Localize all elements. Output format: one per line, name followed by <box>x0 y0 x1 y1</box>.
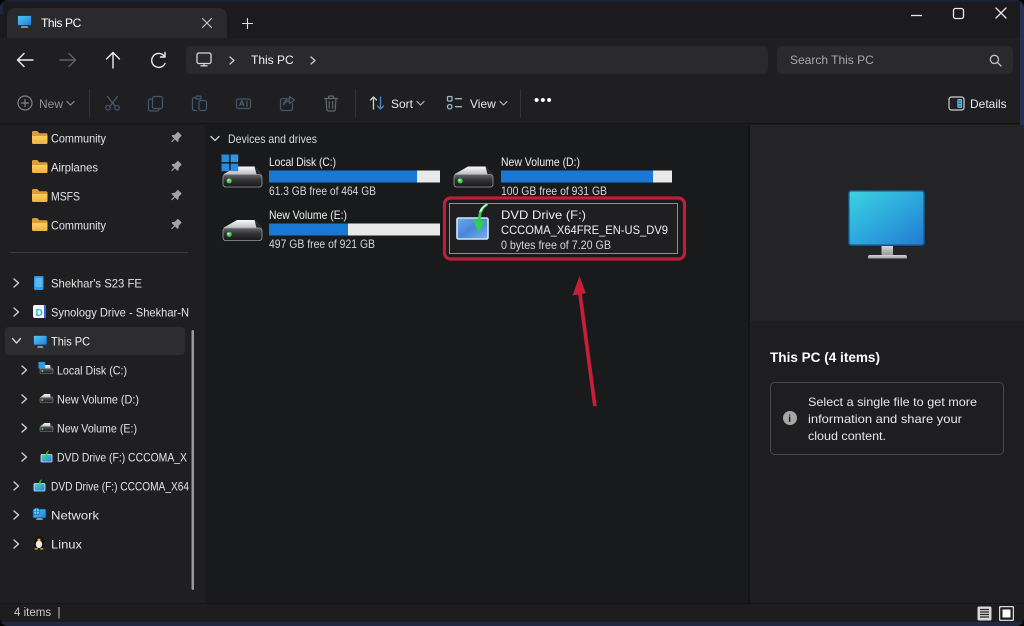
svg-text:Local Disk (C:): Local Disk (C:) <box>57 364 127 378</box>
svg-text:information and share your: information and share your <box>808 412 962 426</box>
svg-text:0 bytes free of 7.20 GB: 0 bytes free of 7.20 GB <box>501 238 611 252</box>
svg-text:Linux: Linux <box>51 538 82 552</box>
svg-text:cloud content.: cloud content. <box>808 429 886 443</box>
svg-text:Network: Network <box>51 509 100 523</box>
svg-text:Devices and drives: Devices and drives <box>228 132 317 146</box>
svg-text:This PC: This PC <box>51 335 90 349</box>
svg-text:Shekhar's S23 FE: Shekhar's S23 FE <box>51 277 142 291</box>
svg-text:61.3 GB free of 464 GB: 61.3 GB free of 464 GB <box>269 184 376 198</box>
svg-text:497 GB free of 921 GB: 497 GB free of 921 GB <box>269 237 375 251</box>
svg-text:DVD Drive (F:) CCCOMA_X64: DVD Drive (F:) CCCOMA_X64 <box>51 480 189 494</box>
svg-text:Synology Drive - Shekhar-N: Synology Drive - Shekhar-N <box>51 306 189 320</box>
svg-text:100 GB free of 931 GB: 100 GB free of 931 GB <box>501 184 607 198</box>
svg-text:D: D <box>36 308 43 319</box>
svg-text:DVD Drive (F:) CCCOMA_X: DVD Drive (F:) CCCOMA_X <box>57 451 187 465</box>
svg-text:New Volume (D:): New Volume (D:) <box>57 393 139 407</box>
svg-text:Local Disk (C:): Local Disk (C:) <box>269 155 336 169</box>
svg-text:New Volume (E:): New Volume (E:) <box>269 208 347 222</box>
svg-text:New Volume (E:): New Volume (E:) <box>57 422 137 436</box>
svg-text:New Volume (D:): New Volume (D:) <box>501 155 580 169</box>
svg-text:CCCOMA_X64FRE_EN-US_DV9: CCCOMA_X64FRE_EN-US_DV9 <box>501 223 668 237</box>
svg-text:DVD Drive (F:): DVD Drive (F:) <box>501 208 586 222</box>
svg-text:Select a single file to get mo: Select a single file to get more <box>808 395 977 409</box>
svg-text:This PC (4 items): This PC (4 items) <box>770 350 880 365</box>
svg-text:Community: Community <box>51 132 106 146</box>
svg-text:Airplanes: Airplanes <box>51 161 98 175</box>
svg-text:MSFS: MSFS <box>51 190 80 204</box>
svg-text:i: i <box>788 414 791 425</box>
svg-text:Community: Community <box>51 219 106 233</box>
